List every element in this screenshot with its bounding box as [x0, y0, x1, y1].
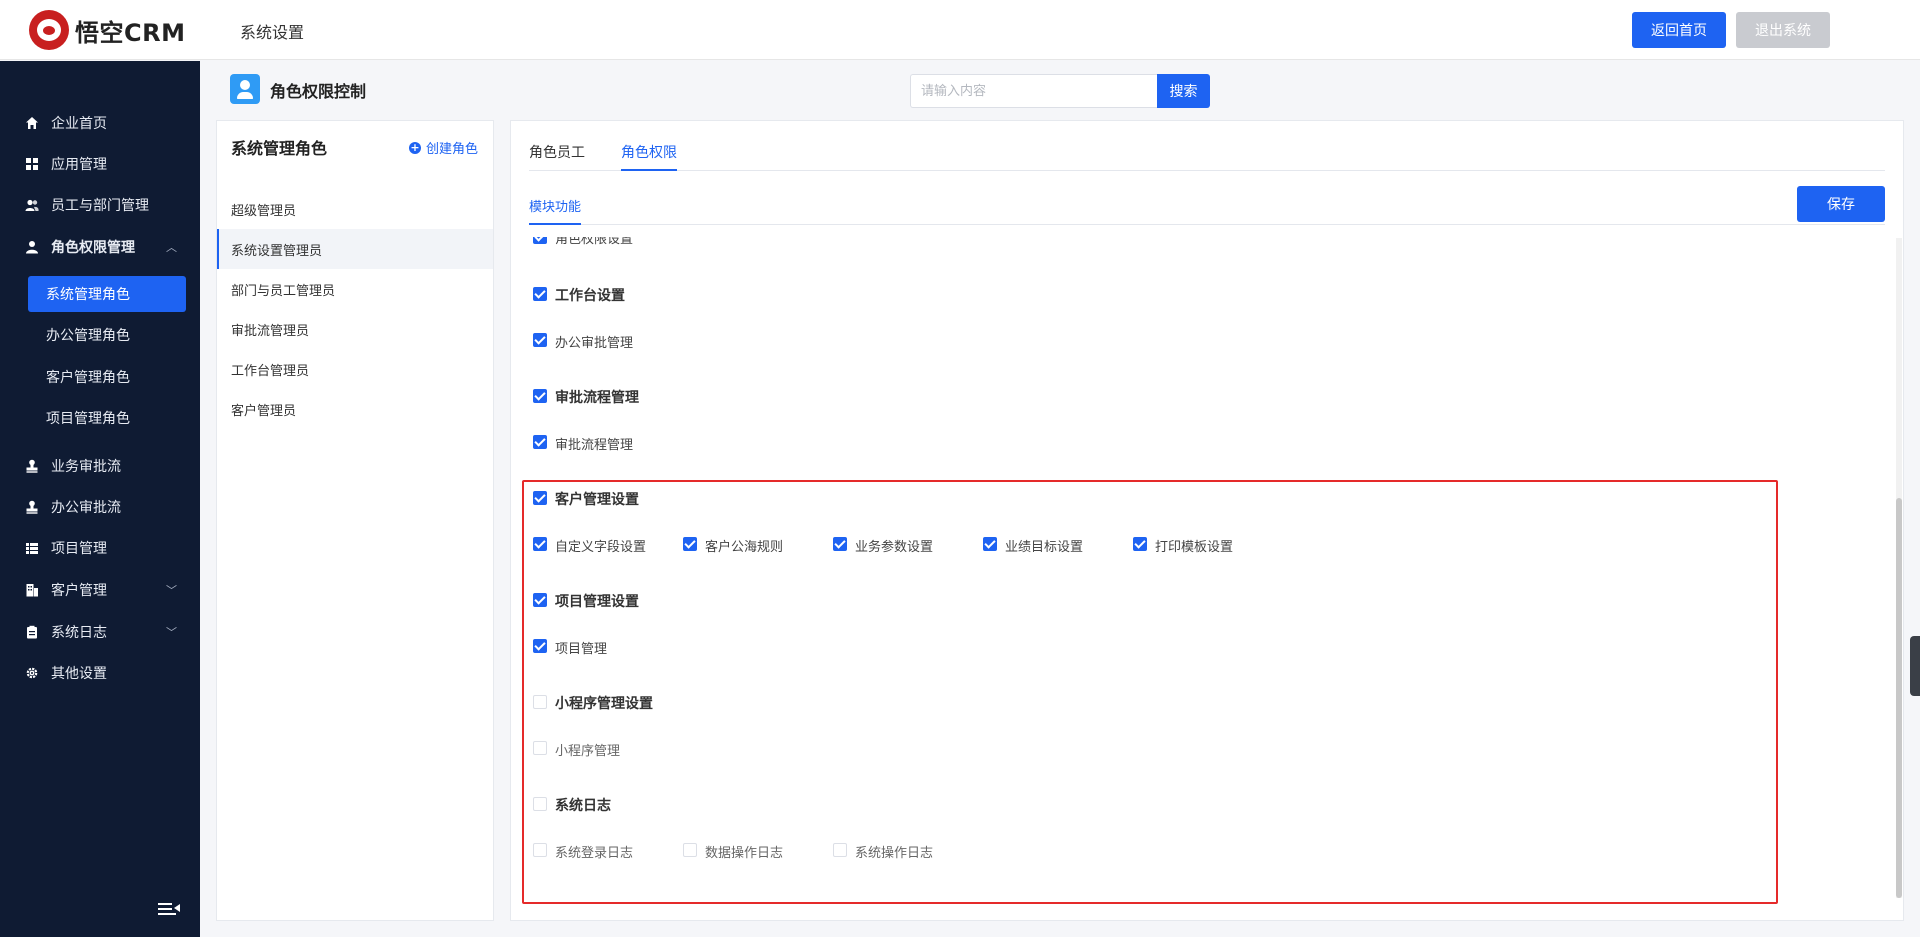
sidebar-item-other-settings[interactable]: 其他设置 — [0, 653, 200, 693]
tab-role-staff[interactable]: 角色员工 — [529, 142, 585, 171]
tab-bar: 角色员工 角色权限 — [529, 121, 1885, 171]
page-title: 角色权限控制 — [270, 82, 367, 101]
sidebar-subitem-office-role[interactable]: 办公管理角色 — [28, 317, 186, 353]
logo[interactable]: 悟空CRM — [29, 10, 185, 50]
gear-icon — [25, 666, 39, 680]
home-button[interactable]: 返回首页 — [1632, 12, 1726, 48]
permission-group-label: 审批流程管理 — [555, 390, 639, 406]
save-button[interactable]: 保存 — [1797, 186, 1885, 222]
scrollbar-thumb[interactable] — [1896, 498, 1902, 898]
sidebar-item-customers[interactable]: 客户管理 ﹀ — [0, 570, 200, 610]
sidebar-item-roles[interactable]: 角色权限管理 ︿ — [0, 227, 200, 267]
sidebar-item-label: 其他设置 — [51, 666, 107, 682]
checkbox-office-approval[interactable] — [533, 333, 547, 347]
brand-name: 悟空CRM — [75, 18, 186, 47]
sidebar-item-apps[interactable]: 应用管理 — [0, 144, 200, 184]
sidebar-subitem-customer-role[interactable]: 客户管理角色 — [28, 359, 186, 395]
highlight-box — [522, 480, 1778, 904]
sidebar-item-logs[interactable]: 系统日志 ﹀ — [0, 612, 200, 652]
role-list-panel: 系统管理角色 + 创建角色 超级管理员 系统设置管理员 部门与员工管理员 审批流… — [216, 120, 494, 921]
role-panel-title: 系统管理角色 — [231, 139, 328, 158]
sidebar-item-label: 项目管理 — [51, 541, 107, 557]
sidebar-item-home[interactable]: 企业首页 — [0, 103, 200, 143]
role-item[interactable]: 客户管理员 — [217, 389, 493, 429]
role-item-selected[interactable]: 系统设置管理员 — [217, 229, 493, 269]
sidebar-item-label: 业务审批流 — [51, 459, 121, 475]
create-role-button[interactable]: + 创建角色 — [409, 138, 478, 157]
sidebar-item-label: 客户管理 — [51, 583, 107, 599]
search-button[interactable]: 搜索 — [1157, 74, 1210, 108]
sidebar-item-label: 应用管理 — [51, 157, 107, 173]
sidebar: 企业首页 应用管理 员工与部门管理 角色权限管理 ︿ 系统管理角色 办公管理角色… — [0, 61, 200, 937]
sidebar-item-label: 角色权限管理 — [51, 240, 135, 256]
grid-icon — [25, 157, 39, 171]
sidebar-item-label: 系统日志 — [51, 625, 107, 641]
exit-button[interactable]: 退出系统 — [1736, 12, 1830, 48]
checkbox-group-approval-flow[interactable] — [533, 389, 547, 403]
top-header: 悟空CRM 系统设置 返回首页 退出系统 — [0, 0, 1920, 60]
sidebar-subitem-project-role[interactable]: 项目管理角色 — [28, 400, 186, 436]
role-item[interactable]: 超级管理员 — [217, 189, 493, 229]
search-input[interactable] — [910, 74, 1157, 108]
sidebar-item-office-approval[interactable]: 办公审批流 — [0, 487, 200, 527]
sidebar-item-label: 办公审批流 — [51, 500, 121, 516]
role-item[interactable]: 工作台管理员 — [217, 349, 493, 389]
sidebar-subitem-system-role[interactable]: 系统管理角色 — [28, 276, 186, 312]
scrollbar[interactable] — [1896, 238, 1902, 898]
role-item[interactable]: 审批流管理员 — [217, 309, 493, 349]
users-icon — [25, 198, 39, 212]
stamp-icon — [25, 459, 39, 473]
checkbox-approval-flow[interactable] — [533, 435, 547, 449]
tab-role-permission[interactable]: 角色权限 — [621, 142, 677, 171]
stamp-icon — [25, 500, 39, 514]
chevron-up-icon: ︿ — [166, 241, 177, 254]
permission-item-label: 审批流程管理 — [555, 438, 634, 453]
building-icon — [25, 583, 39, 597]
home-icon — [25, 116, 39, 130]
sidebar-item-business-approval[interactable]: 业务审批流 — [0, 446, 200, 486]
monkey-logo-icon — [29, 10, 69, 50]
sidebar-item-projects[interactable]: 项目管理 — [0, 528, 200, 568]
sidebar-item-label: 企业首页 — [51, 116, 107, 132]
list-icon — [25, 541, 39, 555]
subtab-bar: 模块功能 — [529, 175, 1885, 225]
chevron-down-icon: ﹀ — [166, 626, 177, 639]
permission-item-label: 办公审批管理 — [555, 336, 634, 351]
collapse-sidebar-icon[interactable] — [158, 901, 180, 917]
plus-circle-icon: + — [409, 140, 421, 154]
checkbox-role-permission-settings[interactable] — [533, 237, 547, 244]
sidebar-item-label: 员工与部门管理 — [51, 198, 149, 214]
permission-group-label: 工作台设置 — [555, 288, 625, 304]
breadcrumb: 系统设置 — [240, 23, 305, 42]
permission-item-label: 角色权限设置 — [555, 237, 634, 247]
create-role-label: 创建角色 — [426, 142, 479, 157]
user-icon — [25, 240, 39, 254]
floating-side-tab[interactable] — [1910, 636, 1920, 696]
checkbox-group-workbench[interactable] — [533, 287, 547, 301]
role-permission-icon — [230, 74, 260, 104]
clipboard-icon — [25, 625, 39, 639]
role-item[interactable]: 部门与员工管理员 — [217, 269, 493, 309]
chevron-down-icon: ﹀ — [166, 584, 177, 597]
sidebar-item-staff[interactable]: 员工与部门管理 — [0, 185, 200, 225]
subtab-module-functions[interactable]: 模块功能 — [529, 196, 582, 225]
